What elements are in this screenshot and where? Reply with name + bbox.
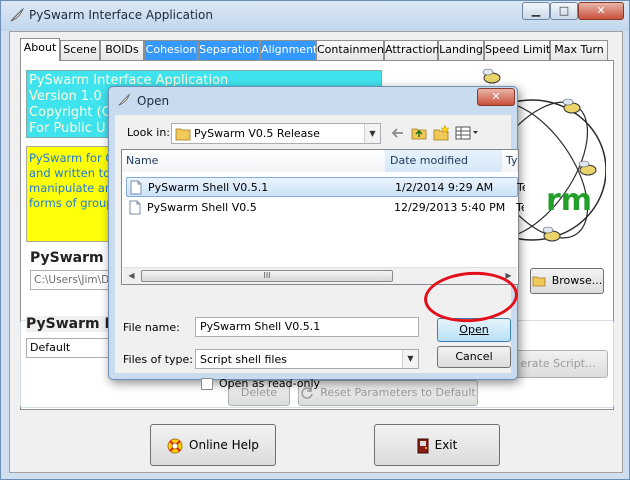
maximize-button[interactable]: □ (550, 2, 578, 20)
file-row-selected[interactable]: PySwarm Shell V0.5.1 1/2/2014 9:29 AM Te (126, 177, 525, 197)
file-type: Te (517, 181, 525, 194)
profile-select[interactable]: Default (26, 338, 118, 358)
online-help-label: Online Help (189, 438, 259, 452)
logo-text: rm (546, 183, 592, 218)
main-window-title: PySwarm Interface Application (29, 8, 213, 22)
tab-landing[interactable]: Landing (438, 40, 484, 60)
tab-containment[interactable]: Containment (316, 40, 388, 60)
up-folder-icon[interactable] (411, 125, 427, 141)
look-in-value: PySwarm V0.5 Release (194, 127, 320, 140)
folder-icon (175, 128, 191, 141)
generate-script-button[interactable]: erate Script... (508, 350, 608, 378)
exit-door-icon (417, 438, 429, 453)
scroll-thumb[interactable]: III (141, 270, 393, 282)
tab-scene[interactable]: Scene (60, 40, 100, 60)
feather-icon (10, 7, 25, 22)
file-name-input[interactable]: PySwarm Shell V0.5.1 (195, 317, 419, 337)
close-button[interactable]: ✕ (578, 2, 624, 20)
tab-attraction[interactable]: Attraction (384, 40, 439, 60)
tab-boids[interactable]: BOIDs (100, 40, 144, 60)
look-in-label: Look in: (127, 126, 170, 139)
back-arrow-icon[interactable] (391, 125, 405, 141)
exit-button-label: Exit (434, 438, 458, 452)
tab-max-turn[interactable]: Max Turn (550, 40, 608, 60)
about-license-line: For Public U (29, 121, 106, 136)
type-column-header[interactable]: Ty (502, 150, 518, 172)
view-menu-icon[interactable] (455, 125, 479, 141)
help-icon (167, 438, 183, 453)
document-icon (130, 180, 142, 195)
read-only-label: Open as read-only (219, 377, 321, 390)
look-in-combo[interactable]: PySwarm V0.5 Release ▼ (171, 123, 381, 144)
read-only-checkbox[interactable] (201, 378, 213, 390)
about-copyright-line: Copyright (C (29, 105, 111, 120)
chevron-down-icon[interactable]: ▼ (402, 350, 418, 368)
reset-button-label: Reset Parameters to Default (320, 386, 476, 399)
file-name: PySwarm Shell V0.5 (147, 201, 257, 214)
feather-icon (118, 93, 131, 106)
open-dialog-body: Look in: PySwarm V0.5 Release ▼ Name Dat… (115, 115, 525, 390)
tab-separation[interactable]: Separation (198, 40, 260, 60)
file-type: Te (516, 201, 524, 214)
scroll-left-icon[interactable]: ◀ (123, 268, 140, 284)
new-folder-icon[interactable] (433, 125, 449, 141)
chevron-down-icon[interactable]: ▼ (364, 124, 380, 143)
browse-button-label: Browse... (551, 274, 603, 287)
tab-cohesion[interactable]: Cohesion (144, 40, 198, 60)
tab-speed-limit[interactable]: Speed Limit (484, 40, 550, 60)
browse-button[interactable]: Browse... (530, 268, 604, 294)
about-version-line: Version 1.0 (29, 89, 102, 104)
folder-icon (532, 276, 546, 287)
tab-about[interactable]: About (20, 38, 60, 61)
dialog-close-button[interactable]: ✕ (477, 88, 515, 106)
file-date: 1/2/2014 9:29 AM (395, 181, 494, 194)
date-modified-column-header[interactable]: Date modified (386, 150, 502, 172)
file-row[interactable]: PySwarm Shell V0.5 12/29/2013 5:40 PM Te (126, 198, 524, 218)
document-icon (129, 200, 141, 215)
exit-button[interactable]: Exit (374, 424, 500, 466)
about-description-line: and written to (29, 166, 111, 180)
reset-parameters-button[interactable]: Reset Parameters to Default (298, 380, 478, 406)
file-list[interactable]: Name Date modified Ty PySwarm Shell V0.5… (121, 149, 525, 285)
open-dialog: Open ✕ Look in: PySwarm V0.5 Release ▼ N… (108, 86, 525, 390)
open-button-label: Open (459, 323, 489, 336)
tab-alignment[interactable]: Alignment (260, 40, 317, 60)
file-name: PySwarm Shell V0.5.1 (148, 181, 269, 194)
cancel-button[interactable]: Cancel (437, 346, 511, 368)
open-dialog-title-bar: Open ✕ (109, 87, 517, 113)
open-dialog-title: Open (137, 94, 170, 108)
file-date: 12/29/2013 5:40 PM (394, 201, 506, 214)
files-of-type-combo[interactable]: Script shell files ▼ (195, 349, 419, 369)
online-help-button[interactable]: Online Help (150, 424, 276, 466)
about-description-line: forms of group (29, 196, 114, 210)
main-title-bar: PySwarm Interface Application ▁ □ ✕ (1, 1, 629, 31)
file-name-label: File name: (123, 321, 180, 334)
files-of-type-value: Script shell files (200, 353, 287, 366)
about-description-line: PySwarm for C (29, 151, 114, 165)
minimize-button[interactable]: ▁ (522, 2, 550, 20)
files-of-type-label: Files of type: (123, 353, 194, 366)
name-column-header[interactable]: Name (122, 150, 386, 172)
about-description-line: manipulate an (29, 181, 113, 195)
